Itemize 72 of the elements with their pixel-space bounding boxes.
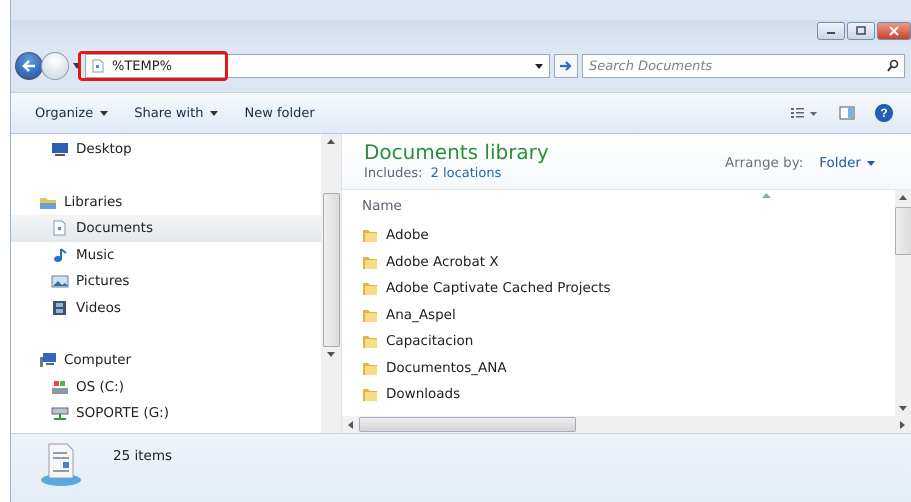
scroll-right-icon[interactable] bbox=[900, 420, 905, 428]
file-row[interactable]: Ana_Aspel bbox=[362, 302, 895, 328]
caret-icon bbox=[100, 110, 108, 116]
sidebar-item[interactable]: Videos bbox=[11, 294, 321, 321]
list-view-icon bbox=[791, 107, 817, 119]
file-row[interactable]: Downloads bbox=[362, 381, 895, 408]
includes-label: Includes: bbox=[364, 166, 422, 181]
sidebar-item[interactable]: Pictures bbox=[11, 268, 321, 294]
scroll-down-icon[interactable] bbox=[327, 352, 335, 357]
arrange-dropdown[interactable]: Folder bbox=[813, 154, 881, 172]
scroll-thumb[interactable] bbox=[322, 193, 340, 347]
pane-icon bbox=[839, 106, 855, 120]
file-row[interactable]: Adobe bbox=[362, 222, 895, 248]
column-header[interactable]: Name bbox=[362, 198, 422, 214]
right-arrow-icon bbox=[559, 60, 573, 72]
toolbar-button[interactable]: New folder bbox=[238, 102, 321, 124]
sidebar-item[interactable]: Documents bbox=[11, 215, 321, 242]
close-button[interactable] bbox=[877, 22, 911, 40]
music-icon bbox=[51, 246, 69, 263]
file-row[interactable]: Documentos_ANA bbox=[362, 354, 895, 381]
caret-icon bbox=[210, 110, 218, 116]
toolbar-button[interactable]: Share with bbox=[128, 102, 224, 124]
go-button[interactable] bbox=[554, 54, 578, 78]
computer-icon bbox=[39, 352, 57, 368]
desktop-icon bbox=[51, 141, 69, 158]
file-row[interactable]: Adobe Captivate Cached Projects bbox=[362, 275, 895, 302]
horizontal-scrollbar[interactable] bbox=[342, 416, 911, 433]
scrollbar[interactable] bbox=[321, 134, 341, 433]
preview-pane-button[interactable] bbox=[837, 104, 857, 122]
folder-icon bbox=[362, 280, 378, 296]
help-button[interactable]: ? bbox=[875, 104, 893, 122]
view-options-button[interactable] bbox=[789, 105, 819, 121]
history-dropdown-icon[interactable] bbox=[73, 63, 81, 69]
sort-caret-icon bbox=[762, 193, 771, 198]
file-row[interactable]: Adobe Acrobat X bbox=[362, 248, 895, 275]
videos-icon bbox=[51, 300, 69, 316]
maximize-icon bbox=[855, 26, 867, 36]
back-button[interactable] bbox=[15, 52, 43, 80]
toolbar-button[interactable]: Organize bbox=[29, 102, 114, 124]
minimize-button[interactable] bbox=[817, 22, 845, 40]
scrollbar[interactable] bbox=[895, 190, 911, 416]
caret-icon bbox=[867, 160, 875, 166]
scroll-down-icon[interactable] bbox=[899, 406, 907, 411]
item-count: 25 items bbox=[113, 448, 172, 464]
search-field[interactable]: Search Documents bbox=[582, 54, 905, 78]
network-icon bbox=[51, 405, 69, 422]
sidebar-item[interactable]: OS (C:) bbox=[11, 374, 321, 400]
sidebar-item[interactable]: Music bbox=[11, 242, 321, 268]
folder-icon bbox=[362, 227, 378, 244]
scroll-thumb[interactable] bbox=[359, 417, 576, 432]
left-arrow-icon bbox=[22, 60, 36, 72]
maximize-button[interactable] bbox=[847, 22, 875, 40]
dropdown-arrow-icon[interactable] bbox=[535, 64, 543, 68]
pictures-icon bbox=[51, 273, 69, 290]
search-icon bbox=[887, 59, 899, 72]
sidebar-item[interactable]: Libraries bbox=[11, 188, 321, 215]
scroll-left-icon[interactable] bbox=[348, 420, 353, 428]
folder-icon bbox=[362, 386, 378, 402]
scroll-up-icon[interactable] bbox=[899, 195, 907, 200]
scroll-thumb[interactable] bbox=[894, 207, 911, 255]
arrange-label: Arrange by: bbox=[725, 155, 804, 171]
file-row[interactable]: Capacitacion bbox=[362, 328, 895, 354]
scroll-up-icon[interactable] bbox=[327, 139, 335, 144]
sidebar-item[interactable]: SOPORTE (G:) bbox=[11, 400, 321, 426]
library-title: Documents library bbox=[364, 140, 549, 164]
folder-icon bbox=[362, 333, 378, 350]
locations-link[interactable]: 2 locations bbox=[430, 166, 502, 181]
sidebar-item[interactable]: Computer bbox=[11, 347, 321, 374]
document-icon bbox=[92, 59, 104, 73]
close-icon bbox=[888, 26, 900, 36]
sidebar-item[interactable]: Desktop bbox=[11, 136, 321, 162]
drive-icon bbox=[51, 378, 69, 395]
